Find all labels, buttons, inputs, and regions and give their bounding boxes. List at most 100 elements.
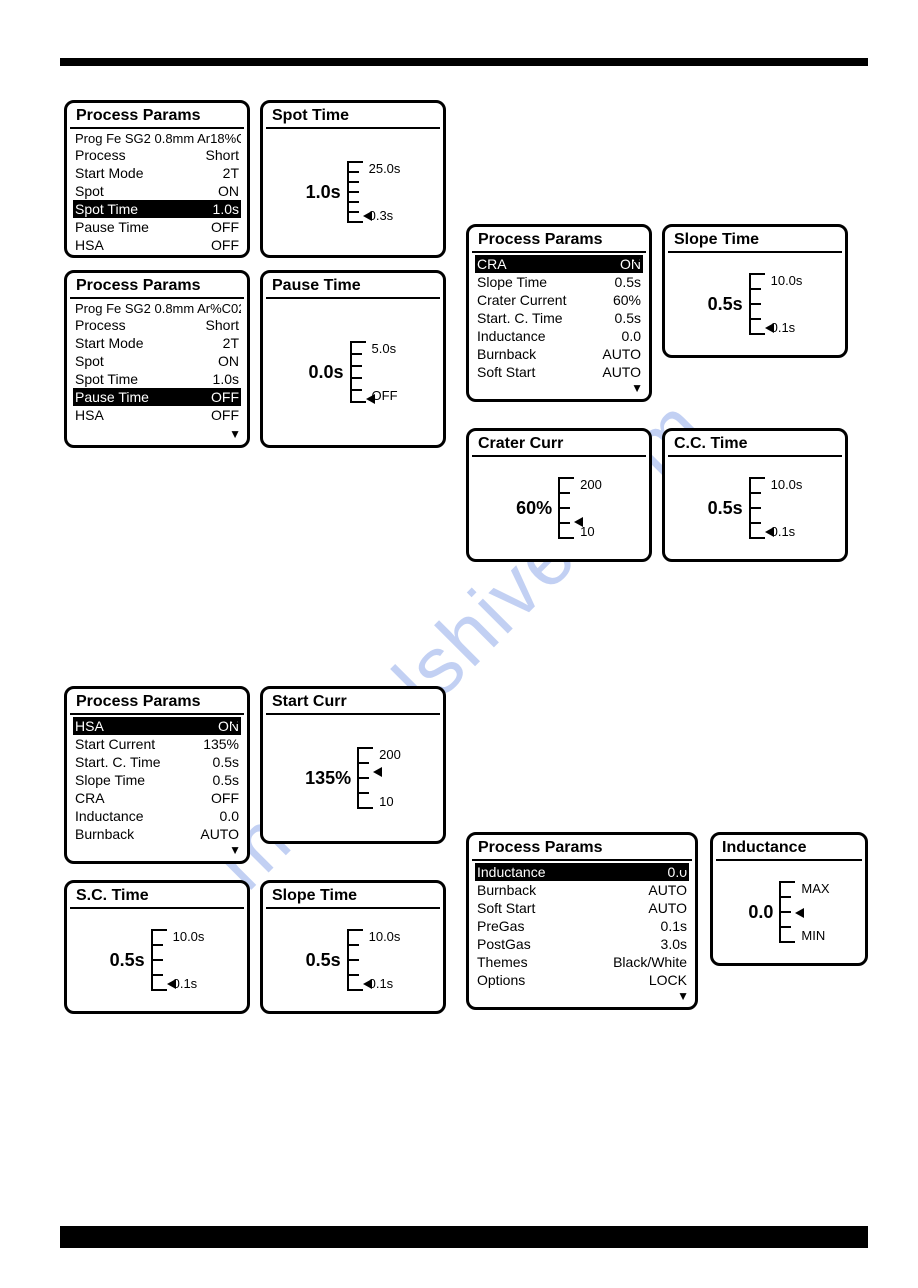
chevron-down-icon: ▼: [677, 989, 689, 1003]
param-value: OFF: [211, 218, 239, 236]
param-row[interactable]: Slope Time0.5s: [475, 273, 643, 291]
panel-title: Spot Time: [266, 105, 440, 129]
param-row[interactable]: SpotON: [73, 352, 241, 370]
param-row[interactable]: Slope Time0.5s: [73, 771, 241, 789]
scale-value: 1.0s: [306, 182, 341, 203]
param-row[interactable]: Inductance 0.0: [73, 807, 241, 825]
param-row[interactable]: PostGas3.0s: [475, 935, 689, 953]
param-row[interactable]: Inductance0.0: [475, 327, 643, 345]
param-row[interactable]: Start. C. Time0.5s: [73, 753, 241, 771]
param-value: AUTO: [648, 899, 687, 917]
scale-min: OFF: [372, 388, 398, 403]
scale-value: 0.5s: [306, 950, 341, 971]
param-row[interactable]: Spot ON: [73, 182, 241, 200]
panel-title: Process Params: [70, 691, 244, 715]
panel-title: Slope Time: [266, 885, 440, 909]
param-row[interactable]: Soft StartAUTO: [475, 363, 643, 381]
param-row[interactable]: BurnbackAUTO: [73, 825, 241, 843]
chevron-down-icon: ▼: [229, 427, 241, 441]
param-label: Pause Time: [75, 388, 149, 406]
scale-min: 0.3s: [369, 208, 401, 223]
param-label: Inductance: [477, 327, 546, 345]
param-row[interactable]: CRAON: [475, 255, 643, 273]
param-label: Process: [75, 146, 126, 164]
panel-title: Pause Time: [266, 275, 440, 299]
pointer-icon: [765, 527, 774, 537]
scale-max: 5.0s: [372, 341, 398, 356]
scale-min: 0.1s: [173, 976, 205, 991]
param-row[interactable]: Pause Time OFF: [73, 218, 241, 236]
param-value: 0.0: [220, 807, 239, 825]
param-label: Slope Time: [477, 273, 547, 291]
scale-graphic: 25.0s 0.3s: [347, 161, 401, 223]
scale-min: 0.1s: [771, 320, 803, 335]
scale-max: 200: [580, 477, 602, 492]
param-value: OFF: [211, 388, 239, 406]
param-value: ON: [218, 352, 239, 370]
param-value: 135%: [203, 735, 239, 753]
param-label: HSA: [75, 406, 104, 424]
process-params-panel-4: Process Params HSAON Start Current 135% S…: [64, 686, 250, 864]
param-value: OFF: [211, 406, 239, 424]
scale-min: 0.1s: [369, 976, 401, 991]
param-row[interactable]: Options LOCK: [475, 971, 689, 989]
param-row[interactable]: Crater Current60%: [475, 291, 643, 309]
param-label: Pause Time: [75, 218, 149, 236]
scale-value: 0.0s: [308, 362, 343, 383]
process-params-panel-3: Process Params CRAON Slope Time0.5s Crat…: [466, 224, 652, 402]
chevron-down-icon: ▼: [229, 843, 241, 857]
scale-min: 10: [580, 524, 602, 539]
param-label: Process: [75, 316, 126, 334]
param-row[interactable]: HSAON: [73, 717, 241, 735]
panel-title: Process Params: [472, 229, 646, 253]
param-value: ON: [218, 182, 239, 200]
scale-ruler: [357, 747, 375, 809]
process-params-panel-1: Process Params Prog Fe SG2 0.8mm Ar18%C0…: [64, 100, 250, 258]
param-row[interactable]: CRAOFF: [73, 789, 241, 807]
param-row[interactable]: ThemesBlack/White: [475, 953, 689, 971]
param-row[interactable]: PreGas0.1s: [475, 917, 689, 935]
param-label: Options: [477, 971, 525, 989]
pointer-icon: [363, 211, 372, 221]
param-row[interactable]: BurnbackAUTO: [475, 345, 643, 363]
param-row[interactable]: HSA OFF: [73, 406, 241, 424]
param-label: Spot Time: [75, 200, 138, 218]
param-row[interactable]: HSAOFF: [73, 236, 241, 254]
param-label: Spot: [75, 182, 104, 200]
param-value: 1.0s: [213, 200, 239, 218]
scale-ruler: [151, 929, 169, 991]
panel-body: Prog Fe SG2 0.8mm Ar18%C0 ProcessShortSt…: [67, 129, 247, 258]
param-value: Short: [206, 316, 239, 334]
param-row[interactable]: Spot Time 1.0s: [73, 200, 241, 218]
param-row[interactable]: Process Short: [73, 316, 241, 334]
param-row[interactable]: Start Current 135%: [73, 735, 241, 753]
param-label: HSA: [75, 717, 104, 735]
top-rule: [60, 58, 868, 66]
param-label: Burnback: [75, 825, 134, 843]
param-value: OFF: [211, 789, 239, 807]
pointer-icon: [373, 767, 382, 777]
slope-time-panel-2: Slope Time 0.5s 10.0s 0.1s: [260, 880, 446, 1014]
param-label: Soft Start: [477, 363, 535, 381]
param-label: Inductance: [75, 807, 144, 825]
param-label: PostGas: [477, 935, 531, 953]
param-value: 2T: [223, 334, 239, 352]
param-row[interactable]: BurnbackAUTO: [475, 881, 689, 899]
param-row[interactable]: Pause Time OFF: [73, 388, 241, 406]
param-row[interactable]: Soft StartAUTO: [475, 899, 689, 917]
scale-value: 60%: [516, 498, 552, 519]
panel-title: Process Params: [472, 837, 692, 861]
param-row[interactable]: Start. C. Time0.5s: [475, 309, 643, 327]
scale-value: 135%: [305, 768, 351, 789]
param-row[interactable]: ProcessShort: [73, 146, 241, 164]
param-value: LOCK: [649, 971, 687, 989]
param-value: 0.5s: [615, 309, 641, 327]
param-row[interactable]: Inductance0.0: [475, 863, 689, 881]
bottom-rule: [60, 1226, 868, 1248]
param-label: PreGas: [477, 917, 524, 935]
param-row[interactable]: Start Mode2T: [73, 334, 241, 352]
param-row[interactable]: Start Mode2T: [73, 164, 241, 182]
param-label: Start Current: [75, 735, 155, 753]
scale-max: MAX: [801, 881, 829, 896]
param-row[interactable]: Spot Time1.0s: [73, 370, 241, 388]
